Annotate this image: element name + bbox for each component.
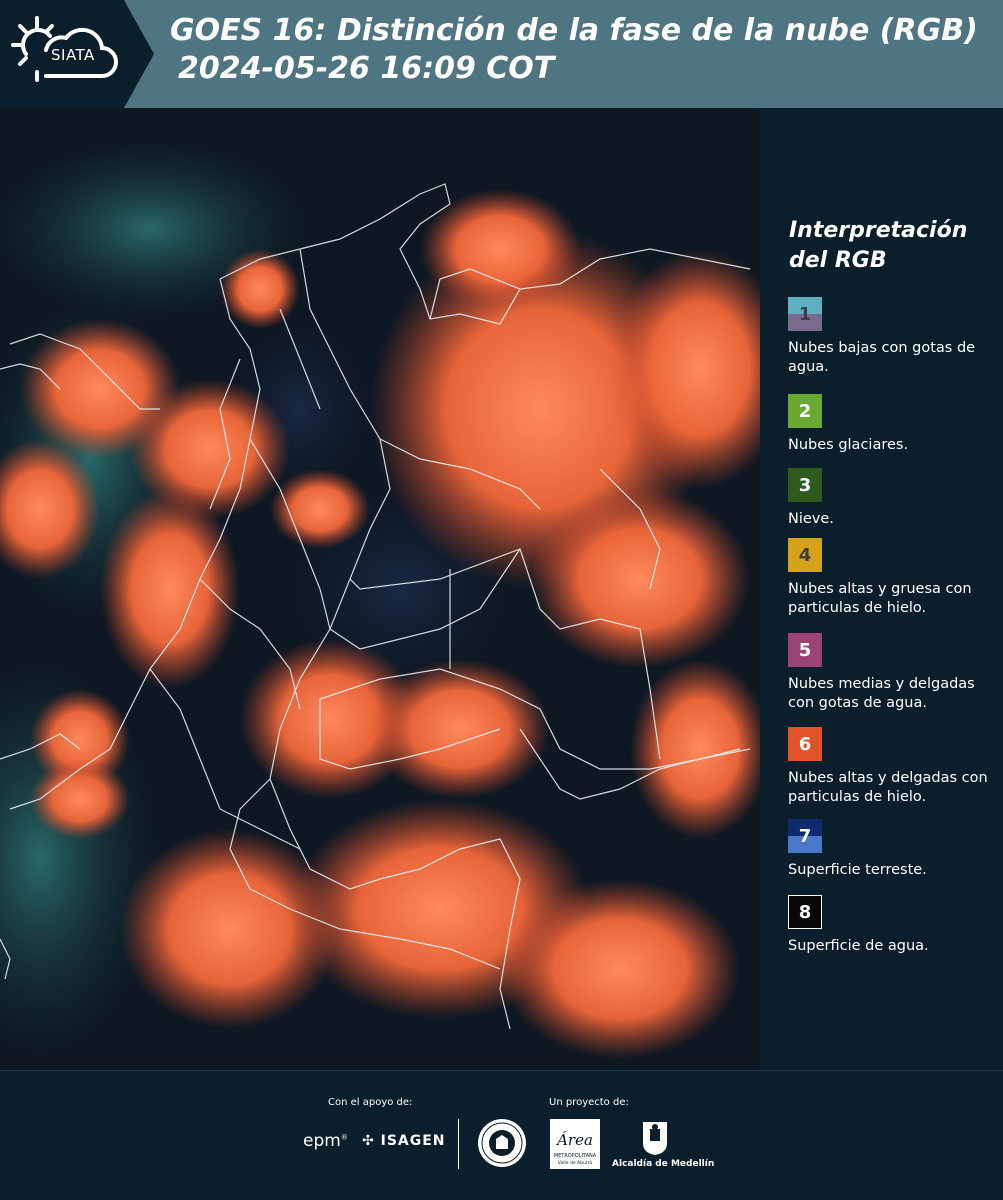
area-metropolitana-logo: Área METROPOLITANA Valle de Aburrá [550, 1119, 600, 1169]
legend-swatch-5: 5 [788, 633, 822, 667]
legend-number-5: 5 [798, 639, 812, 661]
legend-item-4: 4 Nubes altas y gruesa con particulas de… [788, 538, 1000, 618]
isagen-icon: ✣ [362, 1133, 375, 1149]
area-logo-subtext-2: Valle de Aburrá [558, 1159, 593, 1166]
rgb-composite-image [0, 109, 760, 1070]
legend-label-1: Nubes bajas con gotas de agua. [788, 340, 976, 375]
isagen-text: ISAGEN [380, 1133, 446, 1149]
medellin-text: Alcaldía de Medellín [612, 1159, 715, 1169]
page-title: GOES 16: Distinción de la fase de la nub… [170, 12, 990, 88]
legend-label-3: Nieve. [788, 511, 834, 527]
legend-item-7: 7 Superficie terreste. [788, 819, 1000, 880]
area-logo-subtext: METROPOLITANA [554, 1153, 597, 1159]
legend-label-4: Nubes altas y gruesa con particulas de h… [788, 581, 972, 616]
title-line-1: GOES 16: Distinción de la fase de la nub… [170, 13, 978, 48]
isagen-logo: ✣ ISAGEN [362, 1133, 446, 1149]
legend-item-6: 6 Nubes altas y delgadas con particulas … [788, 727, 1000, 807]
legend-item-1: 1 Nubes bajas con gotas de agua. [788, 297, 1000, 377]
epm-text: epm [303, 1131, 341, 1151]
legend-label-7: Superficie terreste. [788, 862, 927, 878]
legend-number-7: 7 [798, 825, 812, 847]
legend-swatch-1: 1 [788, 297, 822, 331]
legend-item-3: 3 Nieve. [788, 468, 1000, 529]
area-logo-text: Área [555, 1131, 593, 1149]
legend-number-6: 6 [798, 733, 812, 755]
legend-item-8: 8 Superficie de agua. [788, 895, 1000, 956]
legend-title: Interpretación del RGB [789, 218, 968, 273]
legend-swatch-8: 8 [788, 895, 822, 929]
title-line-2: 2024-05-26 16:09 COT [178, 51, 555, 86]
logo-arrow [124, 0, 154, 108]
footer: Con el apoyo de: Un proyecto de: epm® ✣ … [0, 1070, 1003, 1200]
legend-label-8: Superficie de agua. [788, 938, 929, 954]
legend-panel: Interpretación del RGB 1 Nubes bajas con… [760, 109, 1003, 1070]
epm-logo: epm® [303, 1131, 348, 1151]
footer-divider [458, 1119, 459, 1169]
legend-number-4: 4 [798, 544, 812, 566]
project-label: Un proyecto de: [549, 1097, 629, 1108]
logo-text: SIATA [51, 46, 95, 64]
satellite-map [0, 109, 760, 1070]
legend-number-3: 3 [798, 474, 812, 496]
legend-swatch-2: 2 [788, 394, 822, 428]
legend-number-8: 8 [798, 901, 812, 923]
header-bar: SIATA GOES 16: Distinción de la fase de … [0, 0, 1003, 108]
legend-label-2: Nubes glaciares. [788, 437, 909, 453]
legend-number-2: 2 [798, 400, 812, 422]
legend-number-1: 1 [798, 303, 812, 325]
university-seal-icon [478, 1119, 526, 1167]
medellin-crest-icon [643, 1122, 667, 1155]
legend-swatch-3: 3 [788, 468, 822, 502]
legend-swatch-4: 4 [788, 538, 822, 572]
legend-swatch-7: 7 [788, 819, 822, 853]
legend-label-6: Nubes altas y delgadas con particulas de… [788, 770, 988, 805]
legend-item-2: 2 Nubes glaciares. [788, 394, 1000, 455]
legend-label-5: Nubes medias y delgadas con gotas de agu… [788, 676, 975, 711]
support-label: Con el apoyo de: [328, 1097, 413, 1108]
legend-swatch-6: 6 [788, 727, 822, 761]
legend-item-5: 5 Nubes medias y delgadas con gotas de a… [788, 633, 1000, 713]
